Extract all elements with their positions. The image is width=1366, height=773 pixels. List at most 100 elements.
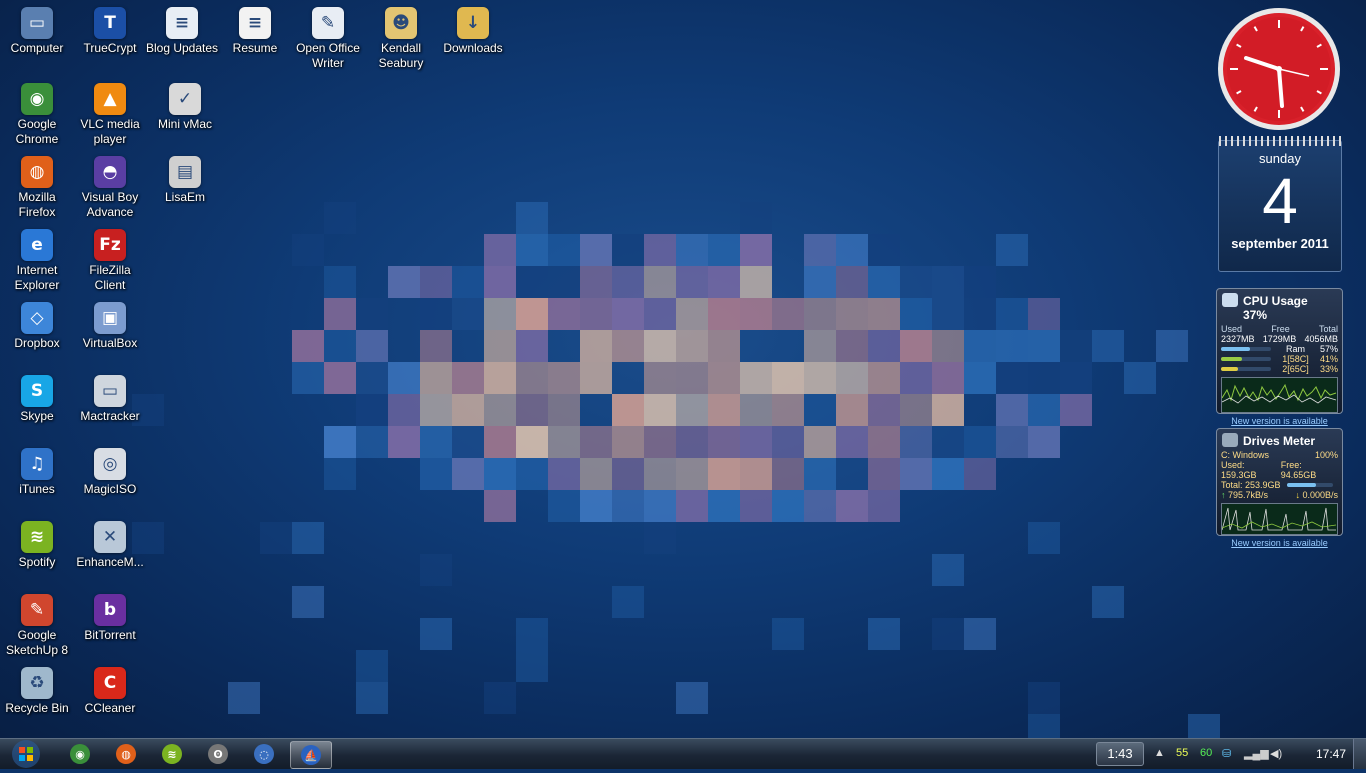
desktop-icon-label: Internet Explorer: [14, 263, 60, 292]
skype-icon: S: [21, 375, 53, 407]
downloads-folder-icon: ↓: [457, 7, 489, 39]
desktop-icon-resume[interactable]: ≡ Resume: [218, 2, 292, 56]
desktop-icon-downloads[interactable]: ↓ Downloads: [436, 2, 510, 56]
app-circle-icon: ◌: [254, 744, 274, 764]
upload-arrow-icon: ↑: [1221, 490, 1226, 500]
gameboy-icon: ◓: [94, 156, 126, 188]
desktop-icon-label: Spotify: [18, 555, 56, 569]
drives-meter-gadget[interactable]: Drives Meter C: Windows 100% Used: 159.3…: [1216, 428, 1343, 548]
cpu-title-text: CPU Usage: [1243, 294, 1308, 308]
desktop-icon-label: Google SketchUp 8: [5, 628, 69, 657]
ram-bar: [1221, 347, 1271, 351]
desktop-icon-label: EnhanceM...: [76, 555, 144, 569]
ram-pct: 57%: [1319, 344, 1338, 354]
start-button[interactable]: [4, 739, 48, 769]
desktop-icon-itunes[interactable]: ♫ iTunes: [0, 443, 74, 497]
desktop-icon-magiciso[interactable]: ◎ MagicISO: [73, 443, 147, 497]
desktop-icon-label: LisaEm: [164, 190, 205, 204]
drive-used: Used: 159.3GB: [1221, 460, 1257, 480]
desktop-icon-skype[interactable]: S Skype: [0, 370, 74, 424]
mac-icon: ✓: [169, 83, 201, 115]
drive-usage-row: Used: 159.3GB Free: 94.65GB: [1217, 460, 1342, 480]
desktop-icon-vlc-media-player[interactable]: ▲ VLC media player: [73, 78, 147, 147]
tray-timer-box[interactable]: 1:43: [1096, 742, 1144, 766]
desktop-icon-mactracker[interactable]: ▭ Mactracker: [73, 370, 147, 424]
dropbox-icon: ◇: [21, 302, 53, 334]
desktop-icon-label: VirtualBox: [82, 336, 138, 350]
signal-bars-icon[interactable]: ▂▄▆: [1244, 747, 1269, 760]
network-app-icon[interactable]: ⛁: [1222, 747, 1231, 760]
chrome-icon: ◉: [21, 83, 53, 115]
taskbar-button-chrome[interactable]: ◉: [60, 741, 100, 767]
desktop-icon-ccleaner[interactable]: C CCleaner: [73, 662, 147, 716]
drive-down: 0.000B/s: [1302, 490, 1338, 500]
download-arrow-icon: ↓: [1295, 490, 1300, 500]
desktop-icon-truecrypt[interactable]: T TrueCrypt: [73, 2, 147, 56]
desktop-icon-lisaem[interactable]: ▤ LisaEm: [148, 151, 222, 205]
ram-label: Ram: [1285, 344, 1305, 354]
desktop-icon-label: Mozilla Firefox: [18, 190, 56, 219]
desktop-icon-google-sketchup-8[interactable]: ✎ Google SketchUp 8: [0, 589, 74, 658]
desktop-icon-spotify[interactable]: ≋ Spotify: [0, 516, 74, 570]
desktop-icon-google-chrome[interactable]: ◉ Google Chrome: [0, 78, 74, 147]
desktop-icon-label: Open Office Writer: [296, 41, 360, 70]
cpu-col-total: Total: [1318, 324, 1338, 334]
drive-io-row: ↑ 795.7kB/s ↓ 0.000B/s: [1217, 490, 1342, 500]
volume-icon[interactable]: ◀): [1270, 747, 1282, 760]
desktop-icon-virtualbox[interactable]: ▣ VirtualBox: [73, 297, 147, 351]
taskbar-button-sailboat-app[interactable]: ⛵: [290, 741, 332, 769]
system-tray: 1:43 ▲ 55 60 ⛁ ▂▄▆ ◀) 17:47: [1096, 739, 1366, 769]
desktop-icon-open-office-writer[interactable]: ✎ Open Office Writer: [291, 2, 365, 71]
drives-graph: [1221, 503, 1338, 535]
calendar-gadget[interactable]: sunday 4 september 2011: [1218, 136, 1342, 272]
taskbar-button-app-circle[interactable]: ◌: [244, 741, 284, 767]
drive-usage-bar: [1286, 483, 1333, 487]
desktop-icon-mini-vmac[interactable]: ✓ Mini vMac: [148, 78, 222, 132]
desktop-icon-label: Computer: [10, 41, 64, 55]
desktop-icon-recycle-bin[interactable]: ♻ Recycle Bin: [0, 662, 74, 716]
drive-icon: [1222, 433, 1238, 447]
desktop-icon-label: Google Chrome: [15, 117, 59, 146]
spotify-icon: ≋: [162, 744, 182, 764]
core2-bar: [1221, 367, 1271, 371]
clock-gadget[interactable]: [1216, 6, 1342, 132]
desktop-icon-mozilla-firefox[interactable]: ◍ Mozilla Firefox: [0, 151, 74, 220]
desktop-icon-internet-explorer[interactable]: e Internet Explorer: [0, 224, 74, 293]
desktop-icon-computer[interactable]: ▭ Computer: [0, 2, 74, 56]
tray-temp-1[interactable]: 55: [1176, 747, 1188, 759]
desktop-icon-label: Dropbox: [14, 336, 60, 350]
desktop-icon-blog-updates[interactable]: ≡ Blog Updates: [145, 2, 219, 56]
taskbar-button-owl-app[interactable]: ʘ: [198, 741, 238, 767]
firefox-icon: ◍: [21, 156, 53, 188]
tray-expand-arrow-icon[interactable]: ▲: [1154, 747, 1165, 759]
computer-icon: ▭: [21, 7, 53, 39]
cpu-meter-gadget[interactable]: CPU Usage 37% Used Free Total 2327MB 172…: [1216, 288, 1343, 426]
taskbar-clock[interactable]: 17:47: [1316, 747, 1346, 761]
show-desktop-button[interactable]: [1353, 739, 1366, 769]
enhancemy-icon: ✕: [94, 521, 126, 553]
tray-temp-2[interactable]: 60: [1200, 747, 1212, 759]
desktop-icon-dropbox[interactable]: ◇ Dropbox: [0, 297, 74, 351]
cpu-col-free: Free: [1271, 324, 1290, 334]
desktop-icon-label: TrueCrypt: [83, 41, 137, 55]
desktop-icon-label: BitTorrent: [84, 628, 136, 642]
truecrypt-icon: T: [94, 7, 126, 39]
desktop-icon-bittorrent[interactable]: b BitTorrent: [73, 589, 147, 643]
taskbar-button-spotify[interactable]: ≋: [152, 741, 192, 767]
internet-explorer-icon: e: [21, 229, 53, 261]
cpu-columns: Used Free Total: [1217, 324, 1342, 334]
drive-total-row: Total: 253.9GB: [1217, 480, 1342, 490]
desktop-icon-filezilla-client[interactable]: Fz FileZilla Client: [73, 224, 147, 293]
drives-update-link[interactable]: New version is available: [1217, 538, 1342, 551]
windows-logo-icon: [12, 740, 40, 768]
drive-up: 795.7kB/s: [1228, 490, 1269, 500]
desktop-icon-label: Visual Boy Advance: [81, 190, 139, 219]
desktop-icon-kendall-seabury[interactable]: ☻ Kendall Seabury: [364, 2, 438, 71]
desktop-icon-enhancem[interactable]: ✕ EnhanceM...: [73, 516, 147, 570]
itunes-icon: ♫: [21, 448, 53, 480]
desktop-icon-visual-boy-advance[interactable]: ◓ Visual Boy Advance: [73, 151, 147, 220]
desktop-icon-label: Kendall Seabury: [378, 41, 424, 70]
taskbar-button-firefox[interactable]: ◍: [106, 741, 146, 767]
ccleaner-icon: C: [94, 667, 126, 699]
drive-name: C: Windows: [1221, 450, 1270, 460]
